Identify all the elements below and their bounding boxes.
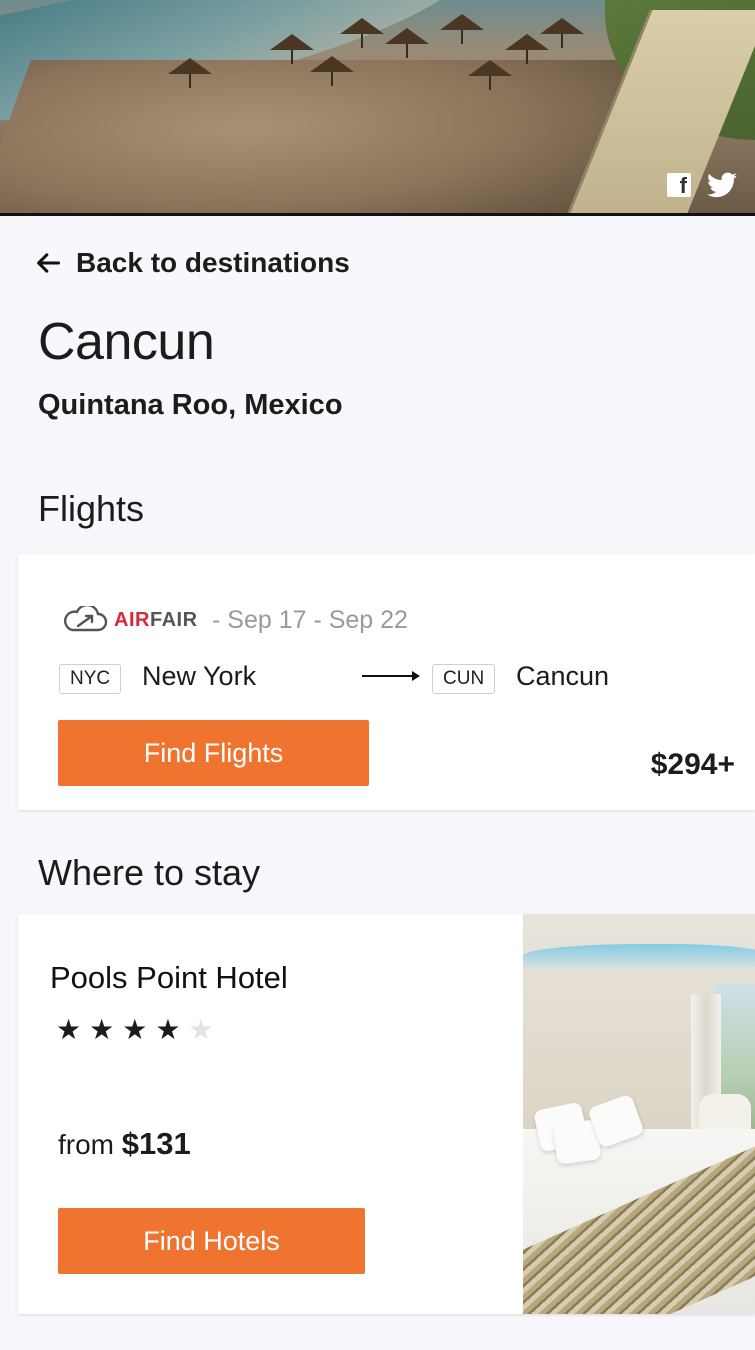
hotel-price-value: $131 bbox=[121, 1126, 191, 1161]
star-icon: ★ bbox=[155, 1014, 181, 1045]
share-icons: f bbox=[667, 172, 737, 198]
beach-umbrella bbox=[440, 14, 484, 44]
facebook-icon[interactable]: f bbox=[667, 173, 691, 197]
destination-city: Cancun bbox=[516, 661, 610, 691]
beach-umbrella bbox=[310, 56, 354, 86]
star-icon: ★ bbox=[56, 1014, 82, 1045]
flight-price: $294+ bbox=[650, 748, 735, 781]
beach-umbrella bbox=[505, 34, 549, 64]
beach-umbrella bbox=[270, 34, 314, 64]
hotel-price-prefix: from bbox=[58, 1129, 114, 1160]
hotel-price: from $131 bbox=[58, 1126, 191, 1162]
flight-card: AIRFAIR - Sep 17 - Sep 22 NYC New York C… bbox=[18, 554, 755, 810]
star-icon: ★ bbox=[89, 1014, 115, 1045]
flight-dates: - Sep 17 - Sep 22 bbox=[212, 606, 408, 634]
back-to-destinations-link[interactable]: Back to destinations bbox=[34, 247, 350, 279]
destination-region: Quintana Roo, Mexico bbox=[38, 389, 343, 421]
hotel-name: Pools Point Hotel bbox=[50, 960, 288, 995]
twitter-icon[interactable] bbox=[707, 172, 737, 198]
origin-city: New York bbox=[142, 661, 257, 691]
back-link-label: Back to destinations bbox=[76, 247, 350, 278]
beach-umbrella bbox=[540, 18, 584, 48]
destination-city-title: Cancun bbox=[38, 313, 215, 371]
arrow-right-icon bbox=[362, 671, 420, 681]
destination-code-badge: CUN bbox=[432, 664, 496, 694]
star-icon: ★ bbox=[122, 1014, 148, 1045]
origin-code-badge: NYC bbox=[59, 664, 122, 694]
beach-umbrella bbox=[168, 58, 212, 88]
find-hotels-button[interactable]: Find Hotels bbox=[58, 1208, 365, 1274]
arrow-left-icon bbox=[37, 253, 61, 273]
find-flights-button[interactable]: Find Flights bbox=[58, 720, 369, 786]
airline-name: AIRFAIR bbox=[114, 608, 198, 631]
star-rating: ★ ★ ★ ★ ★ bbox=[56, 1016, 214, 1044]
cloud-plane-icon bbox=[63, 606, 108, 632]
beach-umbrella bbox=[385, 28, 429, 58]
beach-umbrella bbox=[340, 18, 384, 48]
hero-beach bbox=[0, 60, 631, 213]
hotel-card: Pools Point Hotel ★ ★ ★ ★ ★ from $131 Fi… bbox=[18, 914, 755, 1314]
beach-umbrella bbox=[468, 60, 512, 90]
stay-section-title: Where to stay bbox=[38, 852, 261, 893]
hero-image: f bbox=[0, 0, 755, 216]
hotel-photo bbox=[523, 914, 755, 1314]
flights-section-title: Flights bbox=[38, 488, 145, 529]
star-empty-icon: ★ bbox=[188, 1014, 214, 1045]
airline-logo: AIRFAIR bbox=[62, 606, 198, 634]
